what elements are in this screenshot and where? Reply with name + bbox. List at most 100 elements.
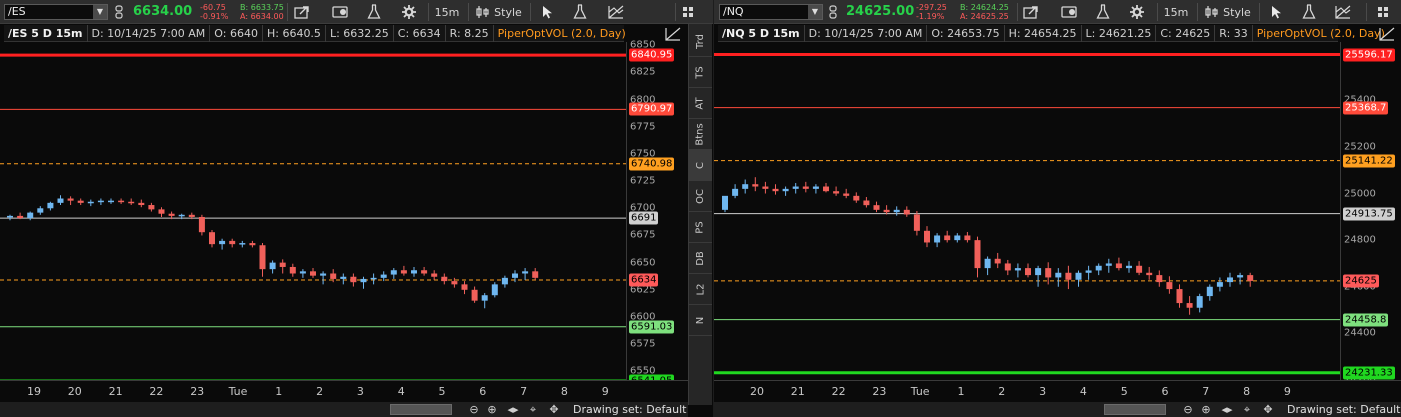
- candle[interactable]: [802, 181, 809, 193]
- candle[interactable]: [913, 211, 920, 236]
- side-tab-db[interactable]: DB: [689, 243, 712, 274]
- drawing-set-label[interactable]: Drawing set: Default: [1287, 402, 1400, 417]
- side-tab-n[interactable]: N: [689, 305, 712, 336]
- candle[interactable]: [1115, 257, 1122, 271]
- candle[interactable]: [1136, 261, 1143, 276]
- symbol-input[interactable]: /NQ ▼: [719, 4, 823, 20]
- candle[interactable]: [944, 230, 951, 243]
- cursor-icon[interactable]: [536, 0, 560, 24]
- candle[interactable]: [57, 195, 64, 206]
- style-button[interactable]: Style: [474, 0, 524, 24]
- zoom-in-icon[interactable]: ⊕: [1198, 402, 1214, 417]
- pan-icon[interactable]: ◂▸: [504, 402, 522, 417]
- candle[interactable]: [158, 207, 165, 217]
- flask-icon[interactable]: [1091, 0, 1115, 24]
- scrollbar-thumb[interactable]: [390, 404, 452, 415]
- candle[interactable]: [289, 263, 296, 277]
- drawing-set-label[interactable]: Drawing set: Default: [573, 402, 686, 417]
- candle[interactable]: [47, 201, 54, 211]
- candle[interactable]: [1126, 261, 1132, 273]
- alert-icon[interactable]: [1057, 0, 1081, 24]
- candle[interactable]: [772, 184, 779, 195]
- link-icon[interactable]: [826, 0, 840, 24]
- time-axis[interactable]: 19 20 21 22 23 Tue 1 2 3 4 5 6 7 8 9: [0, 380, 688, 402]
- side-tab-c[interactable]: C: [689, 150, 712, 181]
- candle[interactable]: [934, 233, 941, 248]
- candle[interactable]: [1004, 259, 1011, 276]
- price-axis[interactable]: 6850 6825 6800 6775 6750 6725 6700 6675 6650 6625…: [626, 40, 688, 388]
- candle[interactable]: [1146, 266, 1153, 280]
- candle[interactable]: [873, 201, 880, 213]
- candle[interactable]: [732, 184, 739, 199]
- candle[interactable]: [219, 238, 226, 250]
- candle[interactable]: [752, 177, 759, 192]
- study-label[interactable]: PiperOptVOL (2.0, Day): [1253, 25, 1389, 42]
- pan-icon[interactable]: ◂▸: [1218, 402, 1236, 417]
- candle[interactable]: [1075, 270, 1082, 287]
- candle[interactable]: [742, 179, 749, 194]
- candle[interactable]: [863, 197, 870, 208]
- candle[interactable]: [522, 268, 529, 281]
- zoom-in-icon[interactable]: ⊕: [484, 402, 500, 417]
- candle[interactable]: [1247, 272, 1254, 287]
- candle[interactable]: [27, 211, 34, 221]
- expand-icon[interactable]: ✥: [546, 402, 562, 417]
- candle[interactable]: [441, 273, 448, 285]
- candle[interactable]: [118, 198, 125, 204]
- drawing-flask-icon[interactable]: [1297, 0, 1321, 24]
- candle[interactable]: [1166, 276, 1173, 294]
- candle[interactable]: [87, 199, 94, 207]
- side-tab-btns[interactable]: Btns: [689, 119, 712, 150]
- candle[interactable]: [360, 276, 367, 289]
- side-tab-l2[interactable]: L2: [689, 274, 712, 305]
- candle[interactable]: [411, 266, 417, 277]
- candle[interactable]: [1186, 296, 1193, 315]
- candle[interactable]: [1014, 263, 1021, 278]
- study-label[interactable]: PiperOptVOL (2.0, Day): [494, 25, 630, 42]
- price-chart[interactable]: [0, 42, 626, 380]
- candle[interactable]: [812, 184, 819, 194]
- cursor-icon[interactable]: [1265, 0, 1289, 24]
- candle[interactable]: [994, 252, 1001, 269]
- candle[interactable]: [7, 214, 13, 221]
- candle[interactable]: [97, 198, 104, 206]
- candle[interactable]: [461, 281, 468, 295]
- candle[interactable]: [209, 230, 215, 248]
- candle[interactable]: [390, 268, 397, 279]
- candle[interactable]: [198, 214, 205, 236]
- candle[interactable]: [1176, 284, 1183, 308]
- candle[interactable]: [148, 202, 155, 212]
- candle[interactable]: [481, 293, 488, 309]
- candle[interactable]: [1156, 270, 1163, 287]
- candle[interactable]: [974, 236, 981, 278]
- minimize-icon[interactable]: [662, 25, 684, 42]
- candle[interactable]: [128, 198, 135, 206]
- side-tab-ts[interactable]: TS: [689, 57, 712, 88]
- alert-icon[interactable]: [328, 0, 352, 24]
- chevron-down-icon[interactable]: ▼: [808, 5, 822, 19]
- candle[interactable]: [1216, 277, 1223, 292]
- candle[interactable]: [1055, 268, 1062, 287]
- style-button[interactable]: Style: [1203, 0, 1253, 24]
- drawing-flask-icon[interactable]: [568, 0, 592, 24]
- expand-icon[interactable]: ✥: [1260, 402, 1276, 417]
- candle[interactable]: [299, 269, 306, 278]
- price-chart[interactable]: [714, 42, 1340, 380]
- candle[interactable]: [1065, 265, 1072, 290]
- pattern-icon[interactable]: [604, 0, 628, 24]
- candle[interactable]: [471, 286, 478, 303]
- candle[interactable]: [370, 273, 377, 285]
- candle[interactable]: [421, 266, 428, 276]
- crosshair-icon[interactable]: ⌖: [525, 402, 541, 417]
- time-axis[interactable]: 20 21 22 23 Tue 1 2 3 4 5 6 7 8 9: [714, 380, 1401, 402]
- candle[interactable]: [762, 181, 769, 194]
- candle[interactable]: [792, 183, 799, 194]
- interval-button[interactable]: 15m: [432, 0, 462, 24]
- candle[interactable]: [1095, 263, 1102, 276]
- side-tab-ps[interactable]: PS: [689, 212, 712, 243]
- candle[interactable]: [1227, 272, 1233, 287]
- candle[interactable]: [964, 231, 971, 243]
- candle[interactable]: [903, 206, 910, 217]
- candle[interactable]: [924, 226, 930, 248]
- share-icon[interactable]: [290, 0, 314, 24]
